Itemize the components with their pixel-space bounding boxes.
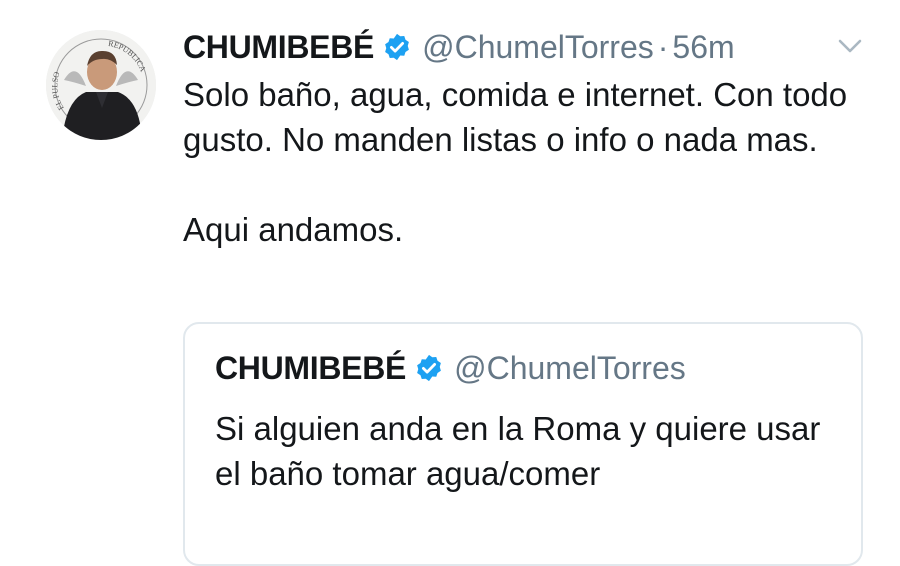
- handle[interactable]: @ChumelTorres: [422, 29, 654, 66]
- quoted-tweet[interactable]: CHUMIBEBÉ @ChumelTorres Si alguien anda …: [183, 322, 863, 566]
- chevron-down-icon[interactable]: [836, 34, 864, 58]
- quoted-tweet-text: Si alguien anda en la Roma y quiere usar…: [215, 410, 821, 492]
- timestamp[interactable]: 56m: [672, 29, 734, 66]
- tweet-text: Solo baño, agua, comida e internet. Con …: [183, 76, 848, 248]
- avatar[interactable]: EL PULSO REPUBLICA: [46, 30, 156, 140]
- quoted-display-name: CHUMIBEBÉ: [215, 349, 407, 386]
- tweet-header: CHUMIBEBÉ @ChumelTorres · 56m: [183, 26, 735, 68]
- tweet[interactable]: EL PULSO REPUBLICA CHUMIBEBÉ @ChumelTorr…: [0, 0, 900, 566]
- quoted-tweet-header: CHUMIBEBÉ @ChumelTorres: [215, 348, 686, 388]
- display-name[interactable]: CHUMIBEBÉ: [183, 29, 374, 66]
- verified-badge-icon: [414, 353, 444, 383]
- verified-badge-icon: [382, 32, 412, 62]
- quoted-handle: @ChumelTorres: [454, 349, 686, 386]
- separator-dot: ·: [657, 28, 669, 65]
